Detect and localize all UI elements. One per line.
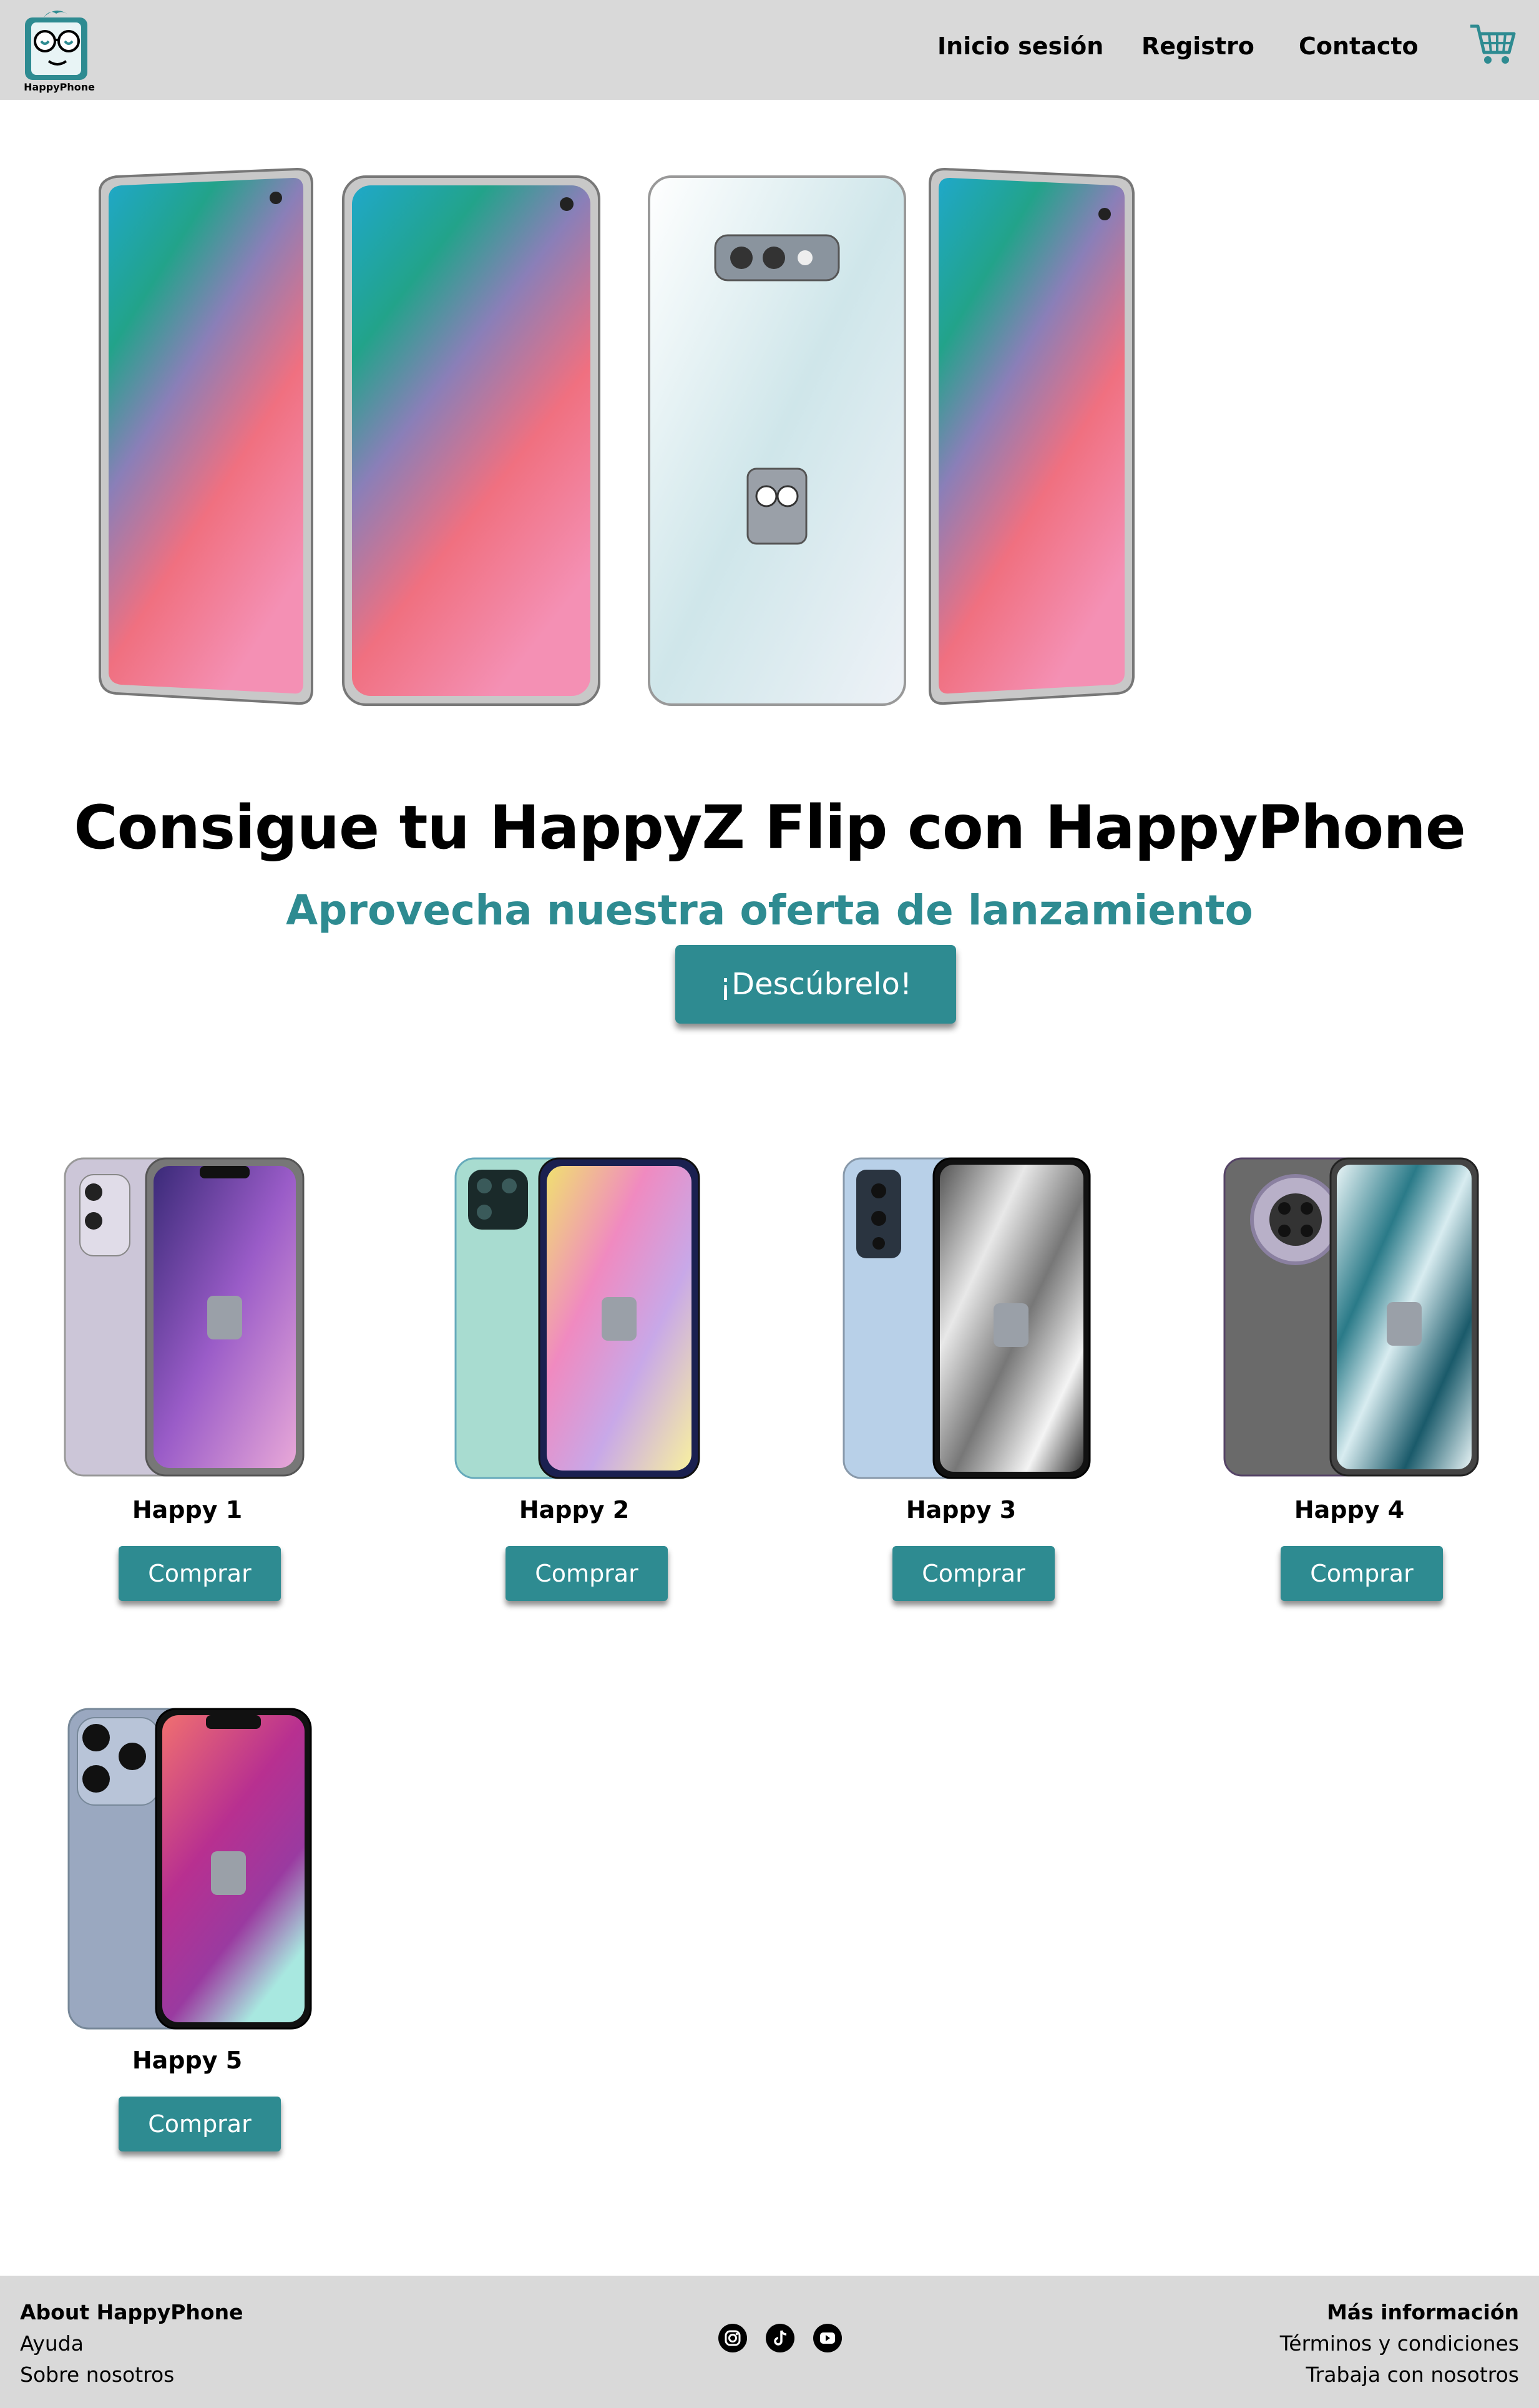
product-card: Happy 5 Comprar	[0, 1706, 374, 2218]
product-image[interactable]	[0, 1156, 374, 1487]
footer-about-heading: About HappyPhone	[20, 2300, 243, 2324]
product-image[interactable]	[387, 1156, 761, 1487]
tiktok-icon[interactable]	[765, 2323, 795, 2353]
product-name: Happy 2	[519, 1496, 630, 1524]
product-name: Happy 5	[132, 2047, 243, 2074]
site-header: HappyPhone Inicio sesión Registro Contac…	[0, 0, 1539, 100]
hero-subtitle: Aprovecha nuestra oferta de lanzamiento	[286, 886, 1253, 934]
buy-button[interactable]: Comprar	[892, 1546, 1055, 1601]
product-image[interactable]	[774, 1156, 1148, 1487]
product-image[interactable]	[1162, 1156, 1537, 1487]
product-card: Happy 4 Comprar	[1162, 1156, 1537, 1668]
nav-login-link[interactable]: Inicio sesión	[937, 32, 1103, 60]
footer-info-column: Más información Términos y condiciones T…	[1280, 2297, 1519, 2391]
footer-help-link[interactable]: Ayuda	[20, 2328, 243, 2359]
footer-about-link[interactable]: Sobre nosotros	[20, 2359, 243, 2391]
product-card: Happy 1 Comprar	[0, 1156, 374, 1668]
buy-button[interactable]: Comprar	[119, 1546, 281, 1601]
discover-button[interactable]: ¡Descúbrelo!	[675, 945, 956, 1024]
nav-contact-link[interactable]: Contacto	[1299, 32, 1419, 60]
youtube-icon[interactable]	[813, 2323, 843, 2353]
product-name: Happy 4	[1294, 1496, 1405, 1524]
social-links	[718, 2323, 843, 2356]
footer-terms-link[interactable]: Términos y condiciones	[1280, 2328, 1519, 2359]
buy-button[interactable]: Comprar	[1281, 1546, 1443, 1601]
footer-about-column: About HappyPhone Ayuda Sobre nosotros	[20, 2297, 243, 2391]
instagram-icon[interactable]	[718, 2323, 748, 2353]
shopping-cart-icon[interactable]	[1468, 20, 1518, 70]
product-image[interactable]	[0, 1706, 374, 2037]
happyphone-logo[interactable]: HappyPhone	[19, 4, 100, 96]
buy-button[interactable]: Comprar	[119, 2097, 281, 2151]
footer-info-heading: Más información	[1326, 2300, 1519, 2324]
product-name: Happy 1	[132, 1496, 243, 1524]
hero-title: Consigue tu HappyZ Flip con HappyPhone	[74, 793, 1466, 863]
product-name: Happy 3	[906, 1496, 1017, 1524]
logo-mascot-icon	[25, 10, 87, 80]
nav-register-link[interactable]: Registro	[1141, 32, 1254, 60]
hero-phones-image	[99, 167, 1135, 706]
buy-button[interactable]: Comprar	[506, 1546, 668, 1601]
product-card: Happy 3 Comprar	[774, 1156, 1148, 1668]
site-footer: About HappyPhone Ayuda Sobre nosotros Má…	[0, 2276, 1539, 2408]
product-card: Happy 2 Comprar	[387, 1156, 761, 1668]
logo-text: HappyPhone	[24, 81, 95, 93]
footer-jobs-link[interactable]: Trabaja con nosotros	[1280, 2359, 1519, 2391]
